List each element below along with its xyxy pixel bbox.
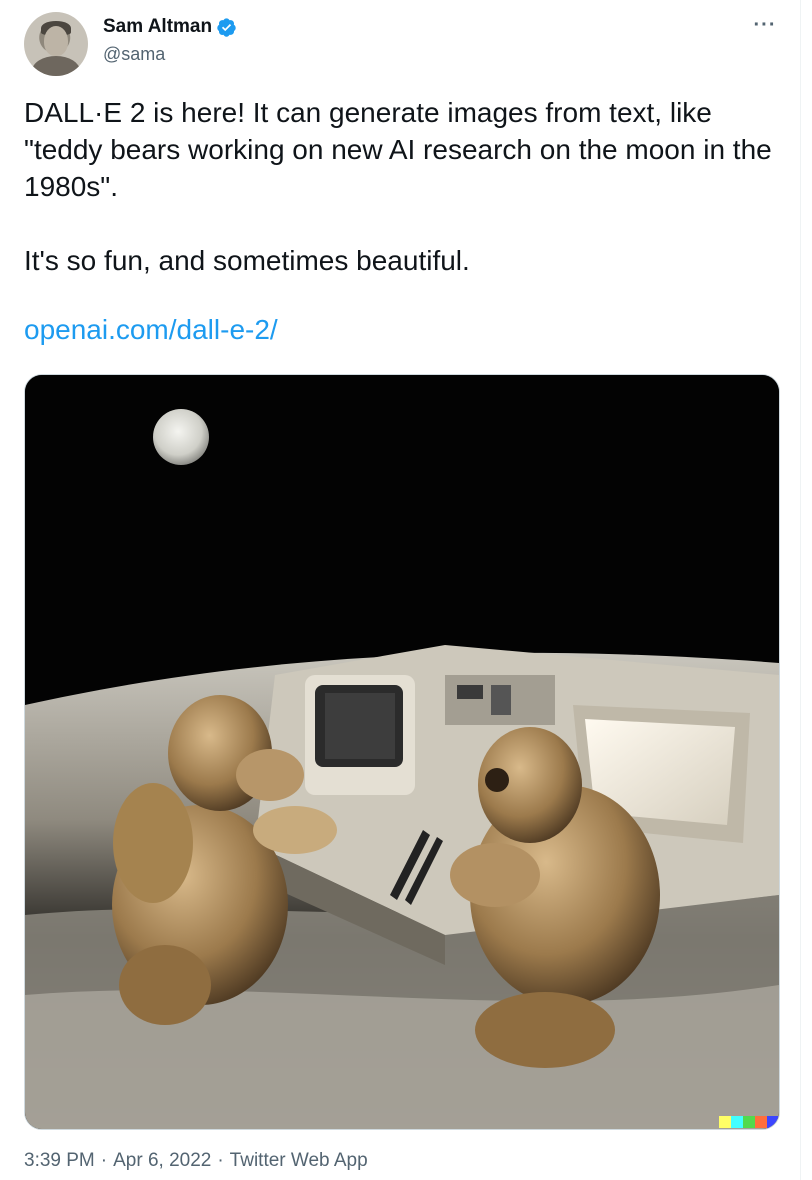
avatar-shoulders: [32, 56, 80, 76]
tweet-card: Sam Altman @sama ··· DALL·E 2 is here! I…: [0, 0, 801, 1180]
tweet-date[interactable]: Apr 6, 2022: [113, 1150, 211, 1172]
tweet-text: DALL·E 2 is here! It can generate images…: [24, 94, 784, 279]
author-handle[interactable]: @sama: [103, 44, 165, 65]
avatar-face: [44, 26, 68, 56]
tweet-text-line-2: It's so fun, and sometimes beautiful.: [24, 245, 470, 276]
meta-separator: ·: [217, 1150, 224, 1171]
avatar[interactable]: [24, 12, 88, 76]
author-name-row[interactable]: Sam Altman: [103, 16, 237, 38]
verified-badge-icon: [217, 17, 236, 37]
meta-separator: ·: [100, 1150, 108, 1171]
tweet-link[interactable]: openai.com/dall-e-2/: [24, 314, 278, 346]
dalle-teddy-bears-moon-image: [25, 375, 779, 1129]
author-name[interactable]: Sam Altman: [103, 16, 212, 38]
more-horizontal-icon[interactable]: ···: [752, 15, 778, 40]
tweet-meta: 3:39 PM · Apr 6, 2022 · Twitter Web App: [24, 1150, 368, 1172]
tweet-source[interactable]: Twitter Web App: [230, 1150, 368, 1172]
tweet-time[interactable]: 3:39 PM: [24, 1150, 95, 1172]
tweet-media-image[interactable]: [24, 374, 780, 1130]
tweet-text-line-1: DALL·E 2 is here! It can generate images…: [24, 97, 772, 202]
